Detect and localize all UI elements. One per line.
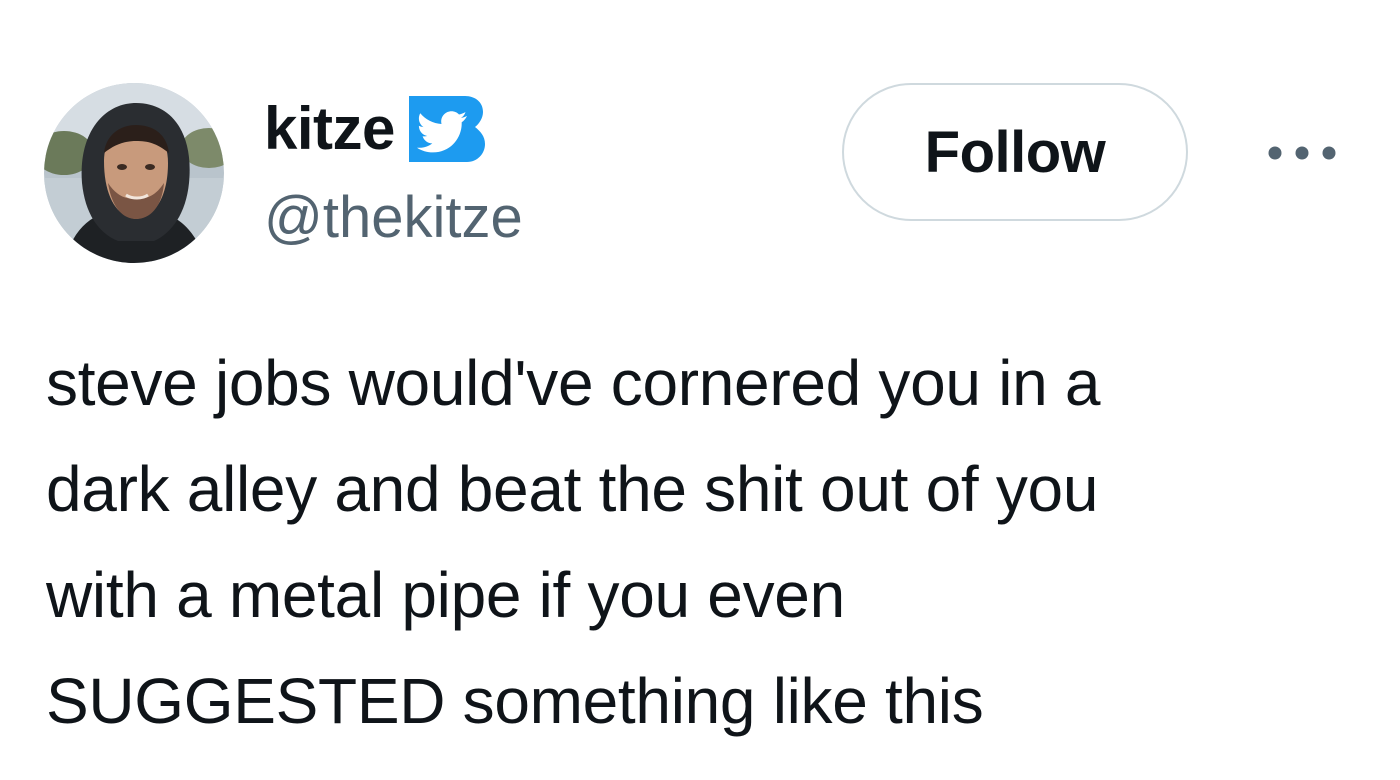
avatar-photo-icon bbox=[44, 83, 224, 263]
tweet-card: kitze @thekitze Follow steve jobs would'… bbox=[0, 0, 1400, 780]
display-name[interactable]: kitze bbox=[264, 92, 395, 166]
more-horizontal-icon bbox=[1268, 146, 1336, 160]
tweet-text: steve jobs would've cornered you in a da… bbox=[46, 347, 1101, 737]
more-options-button[interactable] bbox=[1262, 128, 1342, 178]
follow-button[interactable]: Follow bbox=[842, 83, 1188, 221]
verified-badge-icon bbox=[408, 96, 485, 162]
author-handle[interactable]: @thekitze bbox=[264, 182, 523, 254]
avatar[interactable] bbox=[44, 83, 224, 263]
author-name-row[interactable]: kitze bbox=[264, 92, 487, 166]
